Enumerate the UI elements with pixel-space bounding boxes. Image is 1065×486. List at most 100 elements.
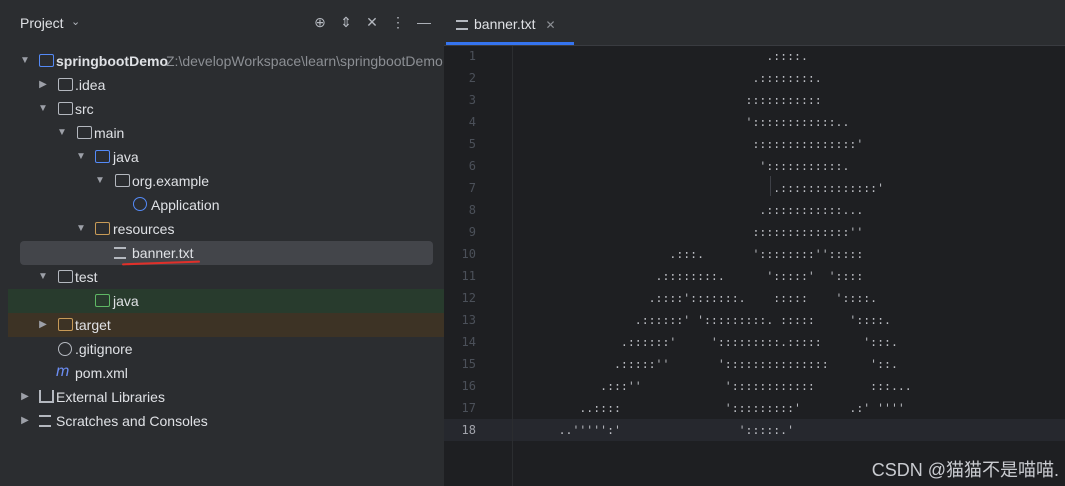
chevron-down-icon[interactable]: ▼ <box>36 265 50 289</box>
tree-item-label: Scratches and Consoles <box>56 413 208 429</box>
code-line[interactable]: .::::::::. ':::::' ':::: <box>524 265 864 287</box>
tree-item-org-example[interactable]: ▼ org.example <box>8 169 444 193</box>
chevron-down-icon[interactable]: ▼ <box>55 121 69 145</box>
maven-icon: m <box>56 363 70 380</box>
text-file-icon <box>456 20 468 31</box>
minimize-icon[interactable]: — <box>415 13 433 31</box>
source-folder-icon <box>95 150 110 163</box>
tree-item-label: java <box>113 149 139 165</box>
tree-item-main[interactable]: ▼ main <box>8 121 444 145</box>
code-line[interactable]: .::::::' ':::::::::. ::::: '::::. <box>524 309 891 331</box>
code-line[interactable]: ':::::::::::. <box>524 155 849 177</box>
line-number: 2 <box>468 71 476 85</box>
tree-item-gitignore[interactable]: .gitignore <box>8 337 444 361</box>
tree-item-label: pom.xml <box>75 365 128 381</box>
tree-item-src[interactable]: ▼ src <box>8 97 444 121</box>
project-panel-header: Project ⌄ ⊕ ⇕ ✕ ⋮ — <box>0 0 444 46</box>
code-line[interactable]: ::::::::::::::'' <box>524 221 863 243</box>
chevron-down-icon[interactable]: ▼ <box>74 145 88 169</box>
code-line[interactable]: .:::::::::::... <box>524 199 863 221</box>
code-line[interactable]: :::::::::::::::' <box>524 133 863 155</box>
code-line[interactable]: .:::'' ':::::::::::: :::... <box>524 375 912 397</box>
tree-item-java[interactable]: ▼ java <box>8 145 444 169</box>
resources-folder-icon <box>95 222 110 235</box>
code-line[interactable]: .::::':::::::. ::::: '::::. <box>524 287 878 309</box>
code-line[interactable]: .:::::'' '::::::::::::::: '::. <box>524 353 898 375</box>
chevron-down-icon[interactable]: ▼ <box>36 97 50 121</box>
tree-item-label: org.example <box>132 173 210 189</box>
line-number: 3 <box>468 93 476 107</box>
folder-icon <box>58 78 73 91</box>
code-line[interactable]: .::::::::::::::' <box>524 177 884 199</box>
code-line[interactable]: .:::. '::::::::''::::: <box>524 243 863 265</box>
code-line[interactable]: ..:::: ':::::::::' .:' '''' <box>524 397 904 419</box>
editor-tab-bar: banner.txt ✕ <box>444 0 1065 46</box>
code-line[interactable]: ::::::::::: <box>524 89 822 111</box>
expand-all-icon[interactable]: ⇕ <box>337 13 355 31</box>
tree-item-resources[interactable]: ▼ resources <box>8 217 444 241</box>
tree-item-pom-xml[interactable]: m pom.xml <box>8 361 444 385</box>
scratches-icon <box>39 415 51 427</box>
tree-item-target[interactable]: ▶ target <box>8 313 444 337</box>
tree-item-label: test <box>75 269 98 285</box>
tree-item-label: .gitignore <box>75 341 133 357</box>
code-line[interactable]: ..''''':' ':::::.' <box>524 419 794 441</box>
tree-item-idea[interactable]: ▶ .idea <box>8 73 444 97</box>
chevron-down-icon[interactable]: ⌄ <box>71 15 80 28</box>
tree-item-scratches[interactable]: ▶ Scratches and Consoles <box>8 409 444 433</box>
tree-item-banner-txt[interactable]: banner.txt <box>20 241 433 265</box>
module-folder-icon <box>39 54 54 67</box>
more-options-icon[interactable]: ⋮ <box>389 13 407 31</box>
tree-item-test[interactable]: ▼ test <box>8 265 444 289</box>
code-line[interactable]: .::::. <box>524 45 808 67</box>
line-number: 16 <box>461 379 476 393</box>
close-icon[interactable]: ✕ <box>546 18 556 32</box>
tree-item-application[interactable]: Application <box>8 193 444 217</box>
line-number: 1 <box>468 49 476 63</box>
line-number: 4 <box>468 115 476 129</box>
line-number: 13 <box>461 313 476 327</box>
tree-item-label: main <box>94 125 125 141</box>
line-number: 10 <box>461 247 476 261</box>
chevron-down-icon[interactable]: ▼ <box>74 217 88 241</box>
line-number: 11 <box>461 269 476 283</box>
chevron-right-icon[interactable]: ▶ <box>18 409 32 433</box>
tree-item-label: .idea <box>75 77 106 93</box>
locate-icon[interactable]: ⊕ <box>311 13 329 31</box>
chevron-down-icon[interactable]: ▼ <box>93 169 107 193</box>
tree-item-label: target <box>75 317 111 333</box>
library-icon <box>39 390 54 403</box>
folder-icon <box>58 102 73 115</box>
tree-item-test-java[interactable]: java <box>8 289 444 313</box>
line-number: 14 <box>461 335 476 349</box>
spring-class-icon <box>133 197 147 211</box>
ignore-file-icon <box>58 342 72 356</box>
line-number: 15 <box>461 357 476 371</box>
package-icon <box>115 174 130 187</box>
line-number: 7 <box>468 181 476 195</box>
line-number: 6 <box>468 159 476 173</box>
tree-item-external-libraries[interactable]: ▶ External Libraries <box>8 385 444 409</box>
folder-icon <box>77 126 92 139</box>
chevron-right-icon[interactable]: ▶ <box>36 73 50 97</box>
tab-banner-txt[interactable]: banner.txt ✕ <box>456 12 556 36</box>
tree-item-label: External Libraries <box>56 389 165 405</box>
line-number: 5 <box>468 137 476 151</box>
gutter-divider <box>512 46 513 486</box>
excluded-folder-icon <box>58 318 73 331</box>
project-panel-title[interactable]: Project <box>20 15 64 31</box>
code-line[interactable]: '::::::::::::.. <box>524 111 850 133</box>
tree-item-label: src <box>75 101 94 117</box>
folder-icon <box>58 270 73 283</box>
chevron-right-icon[interactable]: ▶ <box>18 385 32 409</box>
chevron-down-icon[interactable]: ▼ <box>18 49 32 73</box>
watermark: CSDN @猫猫不是喵喵. <box>871 460 1059 480</box>
chevron-right-icon[interactable]: ▶ <box>36 313 50 337</box>
tree-item-springbootdemo[interactable]: ▼ springbootDemo Z:\developWorkspace\lea… <box>8 49 444 73</box>
text-file-icon <box>114 247 126 259</box>
code-line[interactable]: .::::::' ':::::::::.::::: ':::. <box>524 331 898 353</box>
code-line[interactable]: .::::::::. <box>524 67 821 89</box>
line-number: 18 <box>461 423 476 437</box>
tree-item-label: springbootDemo <box>56 53 168 69</box>
collapse-all-icon[interactable]: ✕ <box>363 13 381 31</box>
